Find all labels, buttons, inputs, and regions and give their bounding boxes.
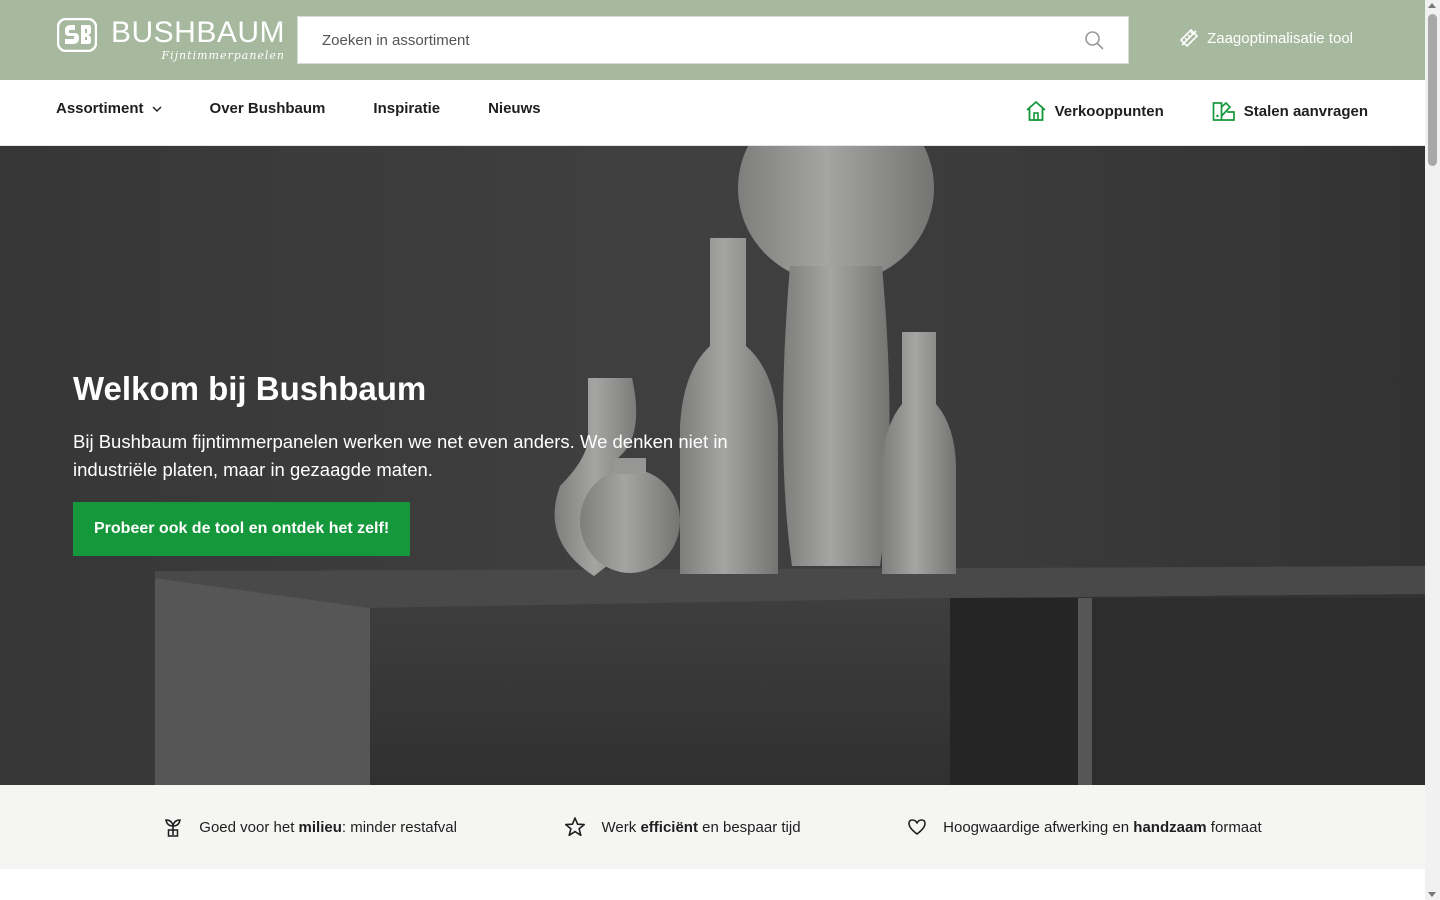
- nav-item-label: Assortiment: [56, 100, 144, 117]
- home-icon: [1025, 101, 1046, 121]
- pencil-ruler-icon: [1179, 28, 1199, 48]
- usp-text: Goed voor het milieu: minder restafval: [199, 818, 457, 836]
- logo-name: BUSHBAUM: [111, 16, 286, 49]
- try-tool-button[interactable]: Probeer ook de tool en ontdek het zelf!: [73, 502, 411, 556]
- chevron-down-icon: [152, 106, 162, 112]
- verkooppunten-link[interactable]: Verkooppunten: [1025, 100, 1164, 122]
- nav-item-nieuws[interactable]: Nieuws: [488, 100, 541, 117]
- hero-content: Welkom bij Bushbaum Bij Bushbaum fijntim…: [73, 370, 733, 556]
- logo-tagline: Fijntimmerpanelen: [161, 49, 286, 62]
- scrollbar-thumb[interactable]: [1428, 14, 1437, 166]
- logo-mark-icon: [57, 18, 97, 52]
- nav-item-over-bushbaum[interactable]: Over Bushbaum: [210, 100, 326, 117]
- nav-item-inspiratie[interactable]: Inspiratie: [373, 100, 440, 117]
- scroll-down-arrow-icon[interactable]: [1428, 892, 1436, 897]
- usp-text: Hoogwaardige afwerking en handzaam forma…: [943, 818, 1262, 836]
- star-icon: [564, 817, 585, 837]
- verkooppunten-label: Verkooppunten: [1054, 102, 1164, 120]
- hero-banner: Welkom bij Bushbaum Bij Bushbaum fijntim…: [0, 146, 1425, 785]
- scroll-up-arrow-icon[interactable]: [1428, 3, 1436, 8]
- top-header: BUSHBAUM Fijntimmerpanelen Zaagoptimalis…: [0, 0, 1425, 80]
- hero-text: Bij Bushbaum fijntimmerpanelen werken we…: [73, 431, 728, 480]
- tool-link-label: Zaagoptimalisatie tool: [1207, 29, 1353, 47]
- stalen-aanvragen-link[interactable]: Stalen aanvragen: [1212, 100, 1368, 122]
- usp-item: Werk efficiënt en bespaar tijd: [564, 816, 801, 838]
- samples-icon: [1212, 101, 1235, 121]
- page: BUSHBAUM Fijntimmerpanelen Zaagoptimalis…: [0, 0, 1440, 900]
- saw-optimization-tool-link[interactable]: Zaagoptimalisatie tool: [1179, 28, 1353, 48]
- usp-item: Hoogwaardige afwerking en handzaam forma…: [907, 817, 1262, 837]
- search-bar: [297, 16, 1129, 64]
- hero-title: Welkom bij Bushbaum: [73, 370, 427, 407]
- nav-item-label: Over Bushbaum: [209, 100, 326, 117]
- usp-bar: Goed voor het milieu: minder restafval W…: [0, 785, 1425, 869]
- nav-menu: Assortiment Over Bushbaum Inspiratie Nie…: [56, 100, 589, 117]
- usp-text: Werk efficiënt en bespaar tijd: [601, 818, 801, 836]
- search-input[interactable]: [322, 31, 1074, 49]
- logo[interactable]: BUSHBAUM Fijntimmerpanelen: [57, 18, 285, 68]
- main-nav: Assortiment Over Bushbaum Inspiratie Nie…: [0, 80, 1425, 146]
- nav-item-label: Nieuws: [488, 100, 541, 117]
- heart-icon: [908, 819, 926, 835]
- usp-item: Goed voor het milieu: minder restafval: [163, 817, 457, 837]
- page-scrollbar[interactable]: [1425, 0, 1440, 900]
- nav-actions: Verkooppunten Stalen aanvragen: [977, 100, 1368, 122]
- stalen-aanvragen-label: Stalen aanvragen: [1243, 102, 1368, 120]
- nav-item-assortiment[interactable]: Assortiment: [56, 100, 162, 117]
- plant-icon: [165, 819, 182, 837]
- search-icon[interactable]: [1084, 30, 1104, 50]
- nav-item-label: Inspiratie: [373, 100, 441, 117]
